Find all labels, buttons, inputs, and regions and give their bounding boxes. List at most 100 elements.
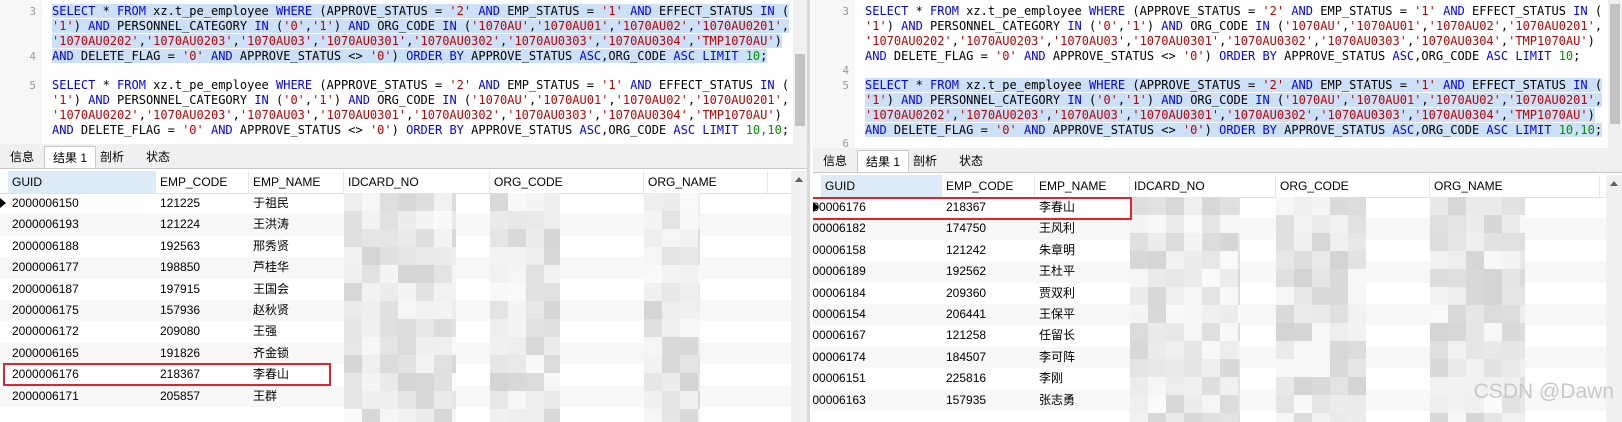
cell-emp-code[interactable]: 192562 [942, 261, 1035, 282]
column-header-emp-name[interactable]: EMP_NAME [249, 171, 344, 193]
cell-guid[interactable]: 2000006167 [813, 325, 942, 346]
cell-emp-code[interactable]: 209360 [942, 283, 1035, 304]
sql-editor[interactable]: 3 4 5 SELECT * FROM xz.t_pe_employee WHE… [0, 0, 807, 144]
cell-guid[interactable]: 2000006150 [8, 193, 156, 214]
tab-info[interactable]: 信息 [815, 150, 855, 172]
cell-emp-code[interactable]: 121258 [942, 325, 1035, 346]
tab-result-1[interactable]: 结果 1 [44, 146, 97, 168]
editor-scrollbar[interactable] [1608, 0, 1622, 148]
column-header-org-name[interactable]: ORG_NAME [644, 171, 768, 193]
highlight-box [3, 363, 331, 386]
line-number: 3 [29, 5, 36, 18]
cell-emp-name[interactable]: 于祖民 [249, 193, 344, 214]
tab-status[interactable]: 状态 [138, 146, 178, 168]
cell-emp-code[interactable]: 192563 [156, 236, 249, 257]
cell-emp-code[interactable]: 197915 [156, 279, 249, 300]
cell-emp-name[interactable]: 王风利 [1035, 218, 1130, 239]
cell-emp-code[interactable]: 174750 [942, 218, 1035, 239]
tab-status[interactable]: 状态 [951, 150, 991, 172]
line-number: 5 [842, 79, 849, 92]
cell-emp-name[interactable]: 邢秀贤 [249, 236, 344, 257]
tab-result-1[interactable]: 结果 1 [857, 150, 910, 172]
column-header-emp-name[interactable]: EMP_NAME [1035, 175, 1130, 197]
column-header-idcard-no[interactable]: IDCARD_NO [344, 171, 490, 193]
cell-emp-name[interactable]: 张志勇 [1035, 390, 1130, 411]
result-grid: GUID EMP_CODE EMP_NAME IDCARD_NO ORG_COD… [0, 171, 807, 422]
sql-line: '1070AU0202','1070AU0203','1070AU03','10… [865, 34, 1595, 48]
cell-emp-code[interactable]: 206441 [942, 304, 1035, 325]
cell-guid[interactable]: 2000006154 [813, 304, 942, 325]
redacted-idcard-mosaic [344, 193, 456, 422]
result-tabs: 信息 结果 1 剖析 状态 [813, 148, 1622, 173]
cell-emp-name[interactable]: 赵秋贤 [249, 300, 344, 321]
sql-line: '1') AND PERSONNEL_CATEGORY IN ('0','1')… [52, 93, 790, 107]
tab-profile[interactable]: 剖析 [905, 150, 945, 172]
cell-emp-name[interactable]: 朱章明 [1035, 240, 1130, 261]
cell-emp-code[interactable]: 121242 [942, 240, 1035, 261]
cell-guid[interactable]: 2000006175 [8, 300, 156, 321]
redacted-orgcode-mosaic [490, 193, 560, 422]
sql-statement-1[interactable]: SELECT * FROM xz.t_pe_employee WHERE (AP… [865, 4, 1602, 64]
cell-emp-name[interactable]: 任留长 [1035, 325, 1130, 346]
column-header-org-name[interactable]: ORG_NAME [1430, 175, 1600, 197]
cell-emp-name[interactable]: 芦桂华 [249, 257, 344, 278]
cell-emp-name[interactable]: 王杜平 [1035, 261, 1130, 282]
sql-statement-2[interactable]: SELECT * FROM xz.t_pe_employee WHERE (AP… [865, 78, 1603, 138]
cell-guid[interactable]: 2000006163 [813, 390, 942, 411]
tab-info[interactable]: 信息 [2, 146, 42, 168]
cell-emp-code[interactable]: 121225 [156, 193, 249, 214]
sql-statement-2[interactable]: SELECT * FROM xz.t_pe_employee WHERE (AP… [52, 78, 789, 138]
cell-guid[interactable]: 2000006193 [8, 214, 156, 235]
cell-guid[interactable]: 2000006171 [8, 386, 156, 407]
cell-guid[interactable]: 2000006177 [8, 257, 156, 278]
line-number: 4 [842, 64, 849, 77]
cell-emp-code[interactable]: 205857 [156, 386, 249, 407]
cell-guid[interactable]: 2000006158 [813, 240, 942, 261]
cell-emp-name[interactable]: 王群 [249, 386, 344, 407]
column-header-guid[interactable]: GUID [821, 175, 942, 197]
cell-guid[interactable]: 2000006172 [8, 321, 156, 342]
column-header-emp-code[interactable]: EMP_CODE [942, 175, 1035, 197]
cell-guid[interactable]: 2000006182 [813, 218, 942, 239]
column-header-idcard-no[interactable]: IDCARD_NO [1130, 175, 1276, 197]
cell-emp-code[interactable]: 209080 [156, 321, 249, 342]
cell-emp-code[interactable]: 184507 [942, 347, 1035, 368]
cell-guid[interactable]: 2000006184 [813, 283, 942, 304]
sql-editor[interactable]: 3 4 5 6 SELECT * FROM xz.t_pe_employee W… [813, 0, 1622, 148]
scroll-up-arrow-icon[interactable] [795, 177, 803, 182]
cell-emp-name[interactable]: 王保平 [1035, 304, 1130, 325]
right-query-pane: 3 4 5 6 SELECT * FROM xz.t_pe_employee W… [813, 0, 1622, 422]
grid-header: GUID EMP_CODE EMP_NAME IDCARD_NO ORG_COD… [0, 171, 807, 194]
cell-emp-name[interactable]: 李刚 [1035, 368, 1130, 389]
cell-emp-code[interactable]: 191826 [156, 343, 249, 364]
line-number: 5 [29, 79, 36, 92]
cell-guid[interactable]: 2000006189 [813, 261, 942, 282]
cell-emp-name[interactable]: 王国会 [249, 279, 344, 300]
scroll-up-arrow-icon[interactable] [1610, 181, 1618, 186]
column-header-guid[interactable]: GUID [8, 171, 156, 193]
cell-guid[interactable]: 2000006187 [8, 279, 156, 300]
cell-emp-name[interactable]: 贾双利 [1035, 283, 1130, 304]
column-header-org-code[interactable]: ORG_CODE [1276, 175, 1430, 197]
editor-scrollbar[interactable] [793, 0, 807, 144]
sql-line: SELECT * FROM xz.t_pe_employee WHERE (AP… [865, 4, 1603, 18]
cell-emp-code[interactable]: 225816 [942, 368, 1035, 389]
cell-emp-name[interactable]: 王洪涛 [249, 214, 344, 235]
tab-profile[interactable]: 剖析 [92, 146, 132, 168]
grid-scrollbar[interactable] [791, 171, 807, 422]
line-gutter: 3 4 5 6 [813, 0, 855, 148]
cell-emp-name[interactable]: 齐金锁 [249, 343, 344, 364]
sql-statement-1[interactable]: SELECT * FROM xz.t_pe_employee WHERE (AP… [52, 4, 790, 64]
cell-guid[interactable]: 2000006188 [8, 236, 156, 257]
column-header-org-code[interactable]: ORG_CODE [490, 171, 644, 193]
cell-guid[interactable]: 2000006151 [813, 368, 942, 389]
cell-emp-name[interactable]: 李可阵 [1035, 347, 1130, 368]
cell-emp-code[interactable]: 157936 [156, 300, 249, 321]
cell-guid[interactable]: 2000006165 [8, 343, 156, 364]
column-header-emp-code[interactable]: EMP_CODE [156, 171, 249, 193]
cell-emp-code[interactable]: 157935 [942, 390, 1035, 411]
cell-emp-code[interactable]: 121224 [156, 214, 249, 235]
cell-emp-code[interactable]: 198850 [156, 257, 249, 278]
cell-emp-name[interactable]: 王强 [249, 321, 344, 342]
cell-guid[interactable]: 2000006174 [813, 347, 942, 368]
